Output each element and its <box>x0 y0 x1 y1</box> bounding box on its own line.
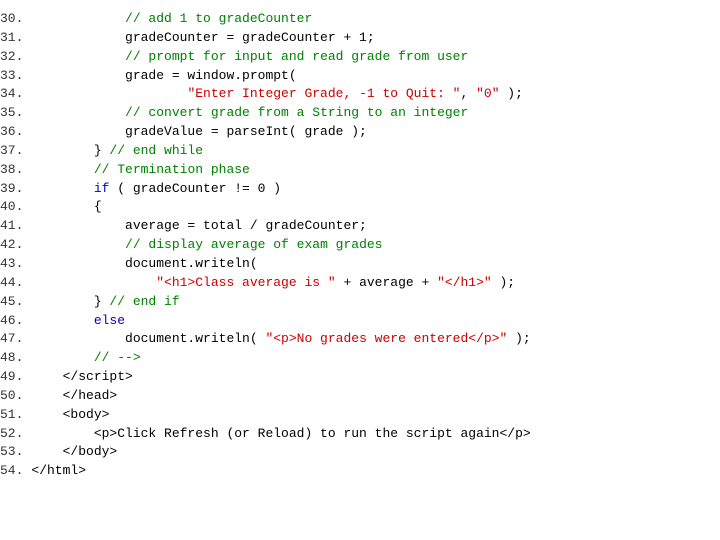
line-number: 52. <box>0 425 31 444</box>
line-number: 53. <box>0 443 31 462</box>
line-content: </head> <box>31 387 720 406</box>
line-content: } // end if <box>31 293 720 312</box>
line-content: // Termination phase <box>31 161 720 180</box>
line-content: "Enter Integer Grade, -1 to Quit: ", "0"… <box>31 85 720 104</box>
line-number: 50. <box>0 387 31 406</box>
code-line: 53. </body> <box>0 443 720 462</box>
line-number: 34. <box>0 85 31 104</box>
line-number: 45. <box>0 293 31 312</box>
line-number: 54. <box>0 462 31 481</box>
code-line: 30. // add 1 to gradeCounter <box>0 10 720 29</box>
line-number: 44. <box>0 274 31 293</box>
line-content: document.writeln( <box>31 255 720 274</box>
code-line: 41. average = total / gradeCounter; <box>0 217 720 236</box>
code-line: 49. </script> <box>0 368 720 387</box>
code-line: 34. "Enter Integer Grade, -1 to Quit: ",… <box>0 85 720 104</box>
line-content: // add 1 to gradeCounter <box>31 10 720 29</box>
line-number: 43. <box>0 255 31 274</box>
line-content: // --> <box>31 349 720 368</box>
code-line: 52. <p>Click Refresh (or Reload) to run … <box>0 425 720 444</box>
line-content: // convert grade from a String to an int… <box>31 104 720 123</box>
line-content: else <box>31 312 720 331</box>
line-content: </body> <box>31 443 720 462</box>
code-line: 51. <body> <box>0 406 720 425</box>
code-line: 38. // Termination phase <box>0 161 720 180</box>
code-editor: 30. // add 1 to gradeCounter31. gradeCou… <box>0 10 720 481</box>
line-number: 33. <box>0 67 31 86</box>
code-line: 45. } // end if <box>0 293 720 312</box>
line-number: 38. <box>0 161 31 180</box>
line-number: 31. <box>0 29 31 48</box>
line-content: { <box>31 198 720 217</box>
code-line: 43. document.writeln( <box>0 255 720 274</box>
line-number: 35. <box>0 104 31 123</box>
line-number: 39. <box>0 180 31 199</box>
code-line: 36. gradeValue = parseInt( grade ); <box>0 123 720 142</box>
line-content: gradeCounter = gradeCounter + 1; <box>31 29 720 48</box>
line-number: 46. <box>0 312 31 331</box>
line-content: average = total / gradeCounter; <box>31 217 720 236</box>
line-number: 51. <box>0 406 31 425</box>
code-line: 44. "<h1>Class average is " + average + … <box>0 274 720 293</box>
line-content: // display average of exam grades <box>31 236 720 255</box>
line-number: 41. <box>0 217 31 236</box>
line-number: 37. <box>0 142 31 161</box>
code-line: 46. else <box>0 312 720 331</box>
line-content: grade = window.prompt( <box>31 67 720 86</box>
line-number: 40. <box>0 198 31 217</box>
code-line: 48. // --> <box>0 349 720 368</box>
code-line: 33. grade = window.prompt( <box>0 67 720 86</box>
line-number: 47. <box>0 330 31 349</box>
code-line: 54.</html> <box>0 462 720 481</box>
line-number: 30. <box>0 10 31 29</box>
code-line: 39. if ( gradeCounter != 0 ) <box>0 180 720 199</box>
code-line: 47. document.writeln( "<p>No grades were… <box>0 330 720 349</box>
line-content: <body> <box>31 406 720 425</box>
line-content: </html> <box>31 462 720 481</box>
line-content: gradeValue = parseInt( grade ); <box>31 123 720 142</box>
line-content: document.writeln( "<p>No grades were ent… <box>31 330 720 349</box>
line-content: // prompt for input and read grade from … <box>31 48 720 67</box>
line-content: } // end while <box>31 142 720 161</box>
line-content: </script> <box>31 368 720 387</box>
line-number: 42. <box>0 236 31 255</box>
code-line: 31. gradeCounter = gradeCounter + 1; <box>0 29 720 48</box>
line-content: if ( gradeCounter != 0 ) <box>31 180 720 199</box>
code-line: 42. // display average of exam grades <box>0 236 720 255</box>
line-number: 32. <box>0 48 31 67</box>
code-line: 37. } // end while <box>0 142 720 161</box>
line-content: <p>Click Refresh (or Reload) to run the … <box>31 425 720 444</box>
code-line: 40. { <box>0 198 720 217</box>
line-number: 49. <box>0 368 31 387</box>
code-line: 35. // convert grade from a String to an… <box>0 104 720 123</box>
code-line: 50. </head> <box>0 387 720 406</box>
line-number: 48. <box>0 349 31 368</box>
line-number: 36. <box>0 123 31 142</box>
code-line: 32. // prompt for input and read grade f… <box>0 48 720 67</box>
line-content: "<h1>Class average is " + average + "</h… <box>31 274 720 293</box>
